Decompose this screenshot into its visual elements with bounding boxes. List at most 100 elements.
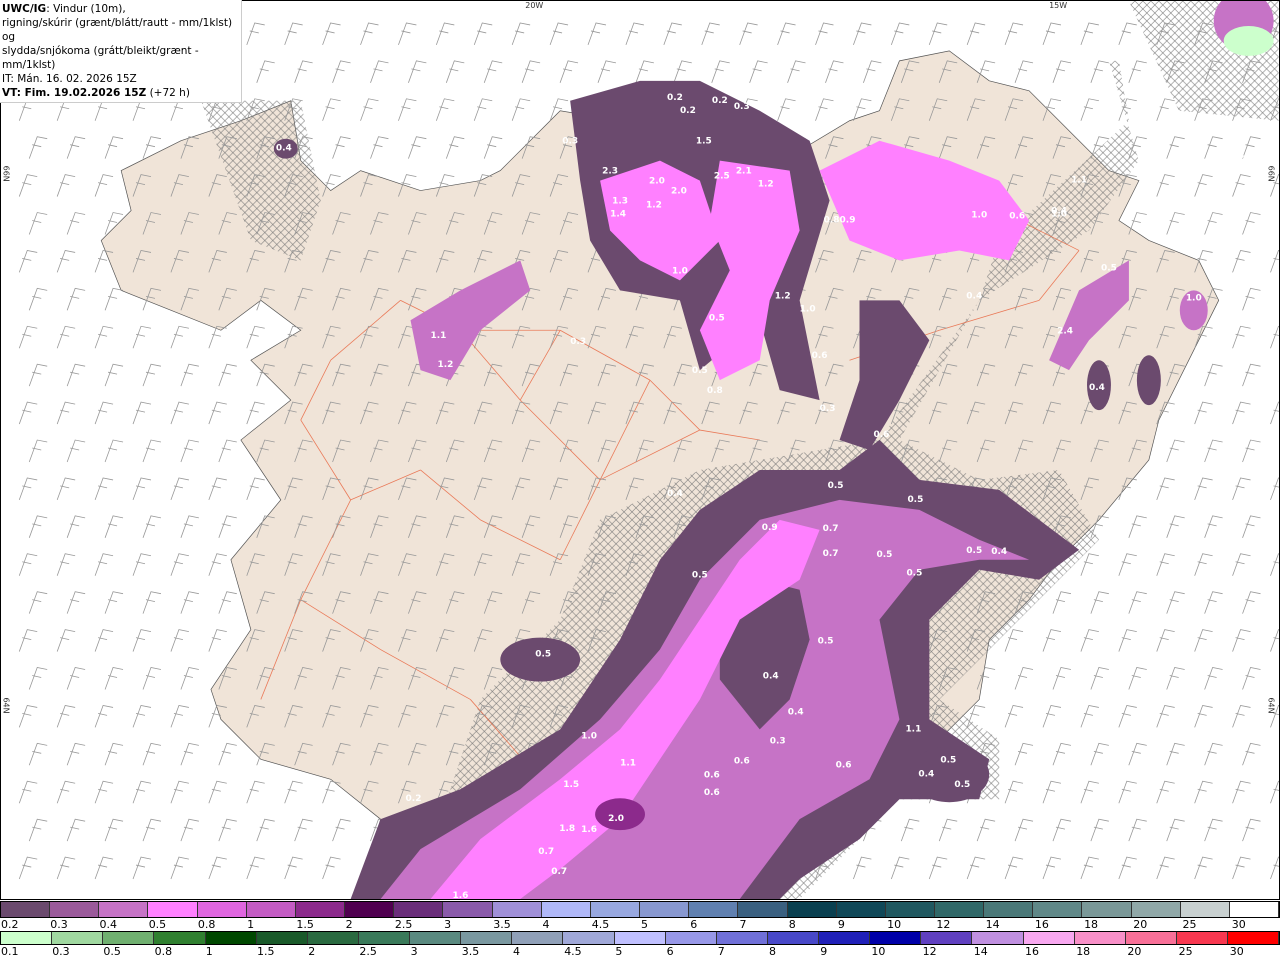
precip-value-label: 0.5 [1101, 263, 1117, 273]
precip-value-label: 1.3 [612, 197, 628, 207]
legend-swatch [1228, 932, 1280, 944]
legend-swatch [716, 932, 768, 944]
precip-value-label: 0.5 [818, 637, 834, 647]
precip-value-label: 1.5 [563, 780, 579, 790]
precip-value-label: 0.7 [538, 847, 554, 857]
legend-label: 18 [1084, 918, 1099, 931]
precip-value-label: 1.2 [437, 360, 453, 370]
precip-value-label: 0.5 [692, 571, 708, 581]
legend-swatch [461, 932, 513, 944]
legend-label: 10 [871, 945, 886, 958]
legend-swatch [541, 902, 591, 917]
legend-swatch [1023, 932, 1075, 944]
legend-swatch [767, 932, 819, 944]
precip-value-label: 1.0 [800, 304, 816, 314]
legend-swatch [787, 902, 837, 917]
legend-swatch [665, 932, 717, 944]
legend-label: 16 [1034, 918, 1049, 931]
legend-label: 7 [717, 945, 725, 958]
legend-label: 20 [1127, 945, 1142, 958]
legend-swatch [819, 932, 871, 944]
legend-label: 3.5 [493, 918, 511, 931]
legend-label: 1.5 [296, 918, 314, 931]
legend-label: 6 [690, 918, 698, 931]
precip-value-label: 0.3 [734, 102, 750, 112]
precip-value-label: 0.3 [562, 137, 578, 147]
lon-label-20w: 20W [525, 1, 543, 10]
legend-swatch [492, 902, 542, 917]
legend-swatch [934, 902, 985, 917]
legend-label: 8 [769, 945, 776, 958]
precip-value-label: 0.6 [704, 788, 720, 798]
precip-value-label: 1.5 [696, 137, 712, 147]
legend-label: 12 [922, 945, 937, 958]
precip-value-label: 0.6 [874, 430, 890, 440]
precip-value-label: 2.1 [736, 167, 752, 177]
precip-value-label: 0.4 [788, 707, 804, 717]
precip-value-label: 0.4 [276, 144, 292, 154]
lat-label-66n-right: 66N [1267, 166, 1276, 182]
weather-map[interactable]: 0.4 0.2 0.2 0.2 0.3 0.3 1.5 2.3 2.0 2.0 2.5 2.1 1.2 1… [0, 0, 1280, 900]
legend-swatch [921, 932, 973, 944]
legend-swatch [256, 932, 308, 944]
precip-value-label: 1.0 [971, 211, 987, 221]
precip-value-label: 0.5 [966, 546, 982, 556]
legend-label: 1 [247, 918, 255, 931]
valid-time-offset: (+72 h) [146, 87, 190, 99]
precip-value-label: 1.1 [620, 758, 636, 768]
precip-value-label: 2.0 [608, 814, 624, 824]
legend-label: 25 [1178, 945, 1193, 958]
legend-swatch [885, 902, 935, 917]
legend-swatch [148, 902, 198, 917]
legend-swatch [1229, 902, 1280, 917]
legend-label: 1 [205, 945, 213, 958]
precip-value-label: 1.6 [452, 891, 468, 900]
precip-value-label: 2.3 [602, 167, 618, 177]
legend-swatch [1131, 902, 1181, 917]
legend-label: 25 [1182, 918, 1197, 931]
precip-value-label: 0.5 [907, 495, 923, 505]
precip-value-label: 1.2 [1229, 154, 1245, 164]
legend-swatch [1082, 902, 1132, 917]
precip-value-label: 0.4 [918, 769, 934, 779]
legend-label: 8 [788, 918, 796, 931]
legend-label: 14 [985, 918, 1000, 931]
legend-swatch [614, 932, 666, 944]
precip-value-label: 1.2 [758, 180, 774, 190]
precip-value-label: 2.0 [671, 187, 687, 197]
legend-swatch [640, 902, 690, 917]
precip-value-label: 0.2 [712, 96, 728, 106]
legend-label: 4.5 [591, 918, 610, 931]
legend-swatch [394, 902, 444, 917]
legend-swatch [1074, 932, 1126, 944]
legend-label: 3.5 [461, 945, 480, 958]
legend-swatch [563, 932, 615, 944]
legend-label: 0.5 [103, 945, 121, 958]
legend-swatch [307, 932, 359, 944]
legend-label: 12 [936, 918, 951, 931]
legend-label: 0.1 [1, 945, 19, 958]
legend-label: 2.5 [394, 918, 413, 931]
title-line2: rigning/skúrir (grænt/blátt/rautt - mm/1… [2, 17, 233, 43]
precip-value-label: 1.2 [646, 201, 662, 211]
legend-swatch [1, 902, 51, 917]
legend-swatch [103, 932, 155, 944]
precip-value-label: 1.2 [775, 291, 791, 301]
legend-swatch [295, 902, 346, 917]
precip-value-label: 0.8 [707, 386, 723, 396]
legend-label: 1.5 [257, 945, 275, 958]
lat-label-64n-left: 64N [1, 697, 10, 713]
legend-swatch [689, 902, 739, 917]
precip-value-label: 0.4 [1089, 383, 1105, 393]
precip-value-label: 2.0 [649, 177, 665, 187]
legend-rain-labels: 0.1 0.3 0.5 0.8 1 1.5 2 2.5 3 3.5 4 4.5 5 6 7 8 9 10 12 14 1… [0, 945, 1280, 958]
issue-time: IT: Mán. 16. 02. 2026 15Z [2, 73, 137, 85]
legend-label: 2 [308, 945, 316, 958]
precip-value-label: 0.5 [828, 481, 844, 491]
precip-value-label: 1.1 [905, 724, 921, 734]
precip-value-label: 0.9 [762, 523, 778, 533]
legend-swatch [984, 902, 1034, 917]
legend-label: 0.5 [148, 918, 167, 931]
precip-value-label: 0.4 [763, 671, 779, 681]
legend-label: 30 [1229, 945, 1244, 958]
